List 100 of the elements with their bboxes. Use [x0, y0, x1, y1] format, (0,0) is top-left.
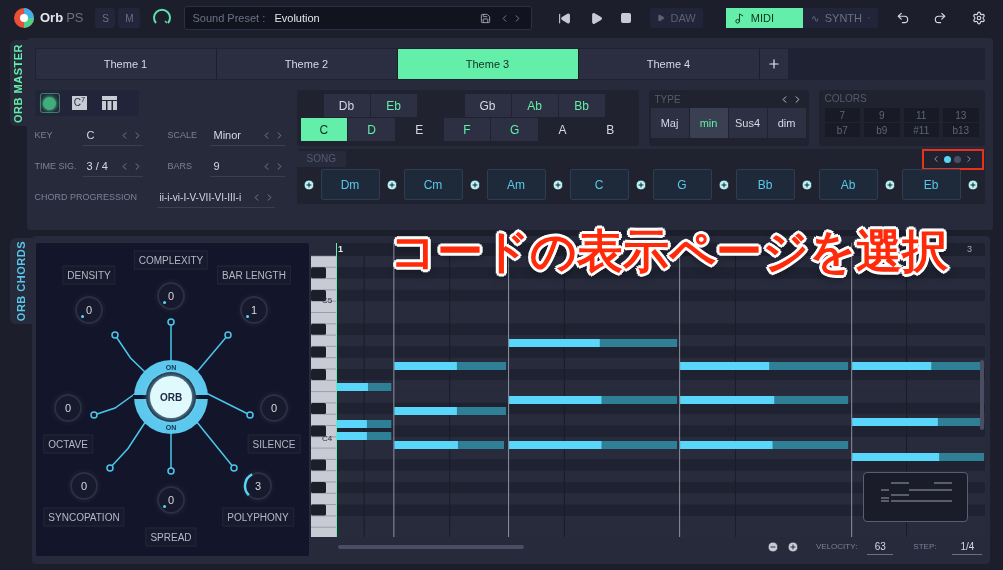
undo-icon[interactable]	[895, 11, 910, 25]
note-bar[interactable]	[394, 407, 507, 415]
add-theme-button[interactable]	[759, 49, 788, 79]
knob[interactable]: 0	[69, 290, 109, 330]
settings-icon[interactable]	[971, 11, 986, 25]
redo-icon[interactable]	[932, 11, 947, 25]
knob[interactable]: 0	[151, 276, 191, 316]
param-value: 9	[213, 159, 220, 175]
preset-field[interactable]: Sound Preset : Evolution	[184, 6, 533, 30]
param-field[interactable]: Minor	[209, 126, 285, 146]
play-icon	[657, 14, 666, 22]
add-chord-icon[interactable]	[302, 178, 315, 191]
note-bar[interactable]	[337, 420, 392, 428]
note-key[interactable]: F	[443, 118, 491, 141]
knob[interactable]: 0	[48, 388, 88, 428]
knob-label: POLYPHONY	[222, 507, 294, 527]
note-key[interactable]: Bb	[558, 94, 605, 117]
side-tab[interactable]: ORB MASTER	[10, 40, 27, 126]
note-bar[interactable]	[852, 453, 984, 461]
param-field[interactable]: C	[82, 126, 143, 146]
chord-slot[interactable]: Ab	[818, 169, 878, 200]
param-label: CHORD PROGRESSION	[34, 191, 138, 205]
note-bar[interactable]	[680, 441, 849, 449]
knob[interactable]: 0	[151, 480, 191, 520]
chord-slot[interactable]: Eb	[901, 169, 961, 200]
note-bar[interactable]	[509, 396, 678, 404]
knob-label: COMPLEXITY	[133, 250, 209, 270]
chord-slot[interactable]: Cm	[403, 169, 463, 200]
chord-slot[interactable]: Dm	[320, 169, 380, 200]
theme-tab[interactable]: Theme 2	[216, 49, 398, 79]
note-bar[interactable]	[680, 362, 849, 370]
note-key[interactable]: Gb	[464, 94, 511, 117]
add-chord-icon[interactable]	[385, 178, 398, 191]
theme-tab[interactable]: Theme 4	[578, 49, 760, 79]
param-field[interactable]: 9	[209, 157, 285, 177]
mode-toggle[interactable]: MIDI	[725, 8, 803, 28]
note-key[interactable]: Ab	[511, 94, 558, 117]
chord-tool-button[interactable]: C$^{7}$	[70, 94, 89, 112]
velocity-field[interactable]: 63	[867, 539, 894, 555]
add-chord-icon[interactable]	[883, 178, 896, 191]
note-key[interactable]: Db	[323, 94, 370, 117]
add-chord-icon[interactable]	[551, 178, 564, 191]
knob-label: SYNCOPATION	[43, 507, 125, 527]
horizontal-scrollbar[interactable]	[338, 545, 524, 549]
side-tab[interactable]: ORB CHORDS	[10, 238, 32, 324]
note-bar[interactable]	[337, 432, 392, 440]
chord-slot[interactable]: Bb	[735, 169, 795, 200]
theme-tab[interactable]: Theme 3	[397, 49, 579, 79]
chord-type-button[interactable]: Sus4	[728, 108, 767, 138]
add-chord-icon[interactable]	[468, 178, 481, 191]
zoom-out-icon[interactable]	[767, 541, 779, 553]
note-key[interactable]: G	[491, 118, 539, 141]
param-value: C	[86, 128, 95, 144]
note-key[interactable]: C	[300, 118, 348, 141]
chord-slot[interactable]: G	[652, 169, 712, 200]
next-page-icon[interactable]	[964, 154, 974, 164]
theme-tab[interactable]: Theme 1	[35, 49, 217, 79]
note-bar[interactable]	[509, 339, 678, 347]
param-field[interactable]: 3 / 4	[82, 157, 143, 177]
stop-icon[interactable]	[620, 12, 633, 24]
knob[interactable]: 3	[238, 466, 278, 506]
param-field[interactable]: ii-i-vi-I-V-VII-VI-III-i	[156, 188, 275, 208]
chord-type-button[interactable]: Maj	[650, 108, 689, 138]
knob[interactable]: 0	[254, 388, 294, 428]
note-bar[interactable]	[680, 396, 849, 404]
ruler-label: 3	[967, 243, 972, 256]
vertical-scrollbar[interactable]	[979, 360, 984, 430]
velocity-label: VELOCITY:	[816, 541, 858, 553]
step-field[interactable]: 1/4	[952, 539, 983, 555]
note-key[interactable]: Eb	[370, 94, 417, 117]
note-bar[interactable]	[337, 383, 392, 391]
minimap[interactable]	[863, 472, 968, 522]
param-label: BARS	[167, 160, 193, 174]
note-key[interactable]: D	[348, 118, 395, 141]
note-bar[interactable]	[509, 441, 678, 449]
chord-type-button[interactable]: dim	[767, 108, 806, 138]
param-label: KEY	[34, 129, 54, 143]
chord-type-button[interactable]: min	[689, 108, 728, 138]
chord-slot[interactable]: C	[569, 169, 629, 200]
add-chord-icon[interactable]	[717, 178, 730, 191]
add-chord-icon[interactable]	[634, 178, 647, 191]
knob-label: DENSITY	[62, 265, 116, 285]
knob-label: SILENCE	[247, 434, 301, 454]
knob[interactable]: 0	[64, 466, 104, 506]
orb-tool-button[interactable]	[40, 94, 59, 112]
add-chord-icon[interactable]	[966, 178, 979, 191]
preset-label: Sound Preset :	[192, 10, 267, 26]
chord-slot[interactable]: Am	[486, 169, 546, 200]
wave-icon: ∿	[810, 10, 819, 26]
previous-page-icon[interactable]	[931, 154, 941, 164]
add-chord-icon[interactable]	[800, 178, 813, 191]
note-bar[interactable]	[394, 441, 505, 449]
skip-back-icon[interactable]	[558, 11, 572, 25]
grid-tool-button[interactable]	[100, 94, 119, 112]
zoom-in-icon[interactable]	[787, 541, 799, 553]
save-icon[interactable]	[480, 12, 492, 24]
note-bar[interactable]	[394, 362, 507, 370]
knob-label: OCTAVE	[43, 434, 93, 454]
knob[interactable]: 1	[234, 290, 274, 330]
play-icon[interactable]	[590, 11, 604, 25]
